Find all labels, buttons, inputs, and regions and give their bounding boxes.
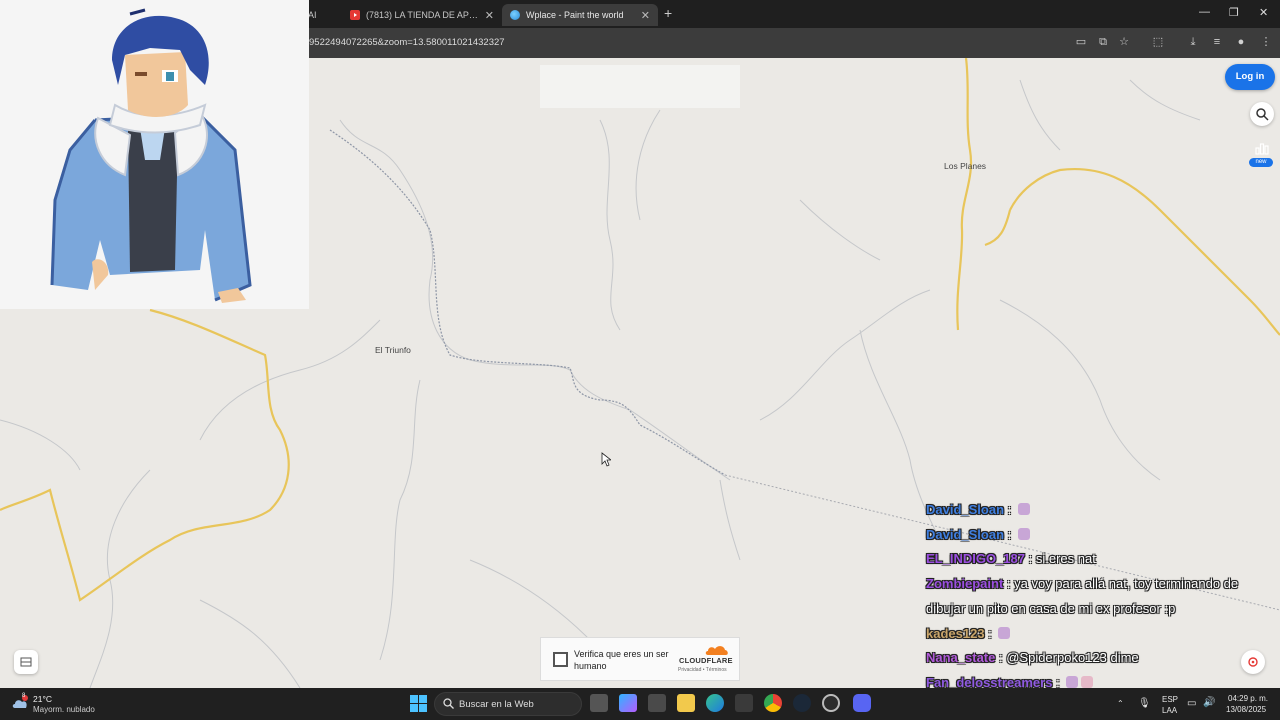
obs-icon[interactable]	[822, 694, 840, 712]
chat-emote-icon	[1017, 527, 1030, 540]
tab-label: AI	[308, 10, 317, 20]
microphone-icon[interactable]: 🎙	[1138, 698, 1151, 709]
chat-separator: :	[1004, 502, 1015, 517]
weather-temperature[interactable]: 21°C	[33, 694, 52, 704]
chat-username: Nana_state	[926, 650, 996, 666]
chat-username: David_Sloan	[926, 502, 1005, 517]
copilot-icon[interactable]	[619, 694, 637, 712]
terminal-icon[interactable]	[735, 694, 753, 712]
chat-emote-icon	[998, 626, 1011, 639]
close-tab-icon[interactable]: ✕	[485, 9, 494, 22]
chat-separator: :	[995, 650, 1007, 666]
chat-username: kades123	[926, 625, 985, 641]
chrome-icon[interactable]	[764, 694, 782, 712]
cloudflare-logo: CLOUDFLARE	[679, 656, 733, 665]
discord-icon[interactable]	[853, 694, 871, 712]
chat-separator: :	[1025, 551, 1036, 567]
translate-icon[interactable]: ⧉	[1096, 35, 1110, 49]
chat-message: Zombiepaint : ya voy para allá nat, toy …	[926, 572, 1276, 621]
stream-chat-overlay: David_Sloan : David_Sloan : EL_INDIGO_18…	[926, 498, 1276, 696]
reading-list-icon[interactable]: ≡	[1210, 35, 1224, 49]
close-window-icon[interactable]: ✕	[1259, 6, 1268, 19]
search-icon	[443, 698, 454, 709]
tab-label: (7813) LA TIENDA DE APPS MÁ	[366, 10, 481, 20]
chat-message: David_Sloan :	[926, 498, 1276, 523]
address-bar[interactable]: 9522494072265&zoom=13.580011021432327	[309, 37, 505, 48]
captcha-widget: Verifica que eres un ser humano CLOUDFLA…	[540, 637, 740, 681]
network-icon[interactable]: ▭	[1187, 698, 1196, 709]
chat-separator: :	[984, 625, 996, 641]
close-tab-icon[interactable]: ✕	[641, 9, 650, 22]
captcha-links[interactable]: Privacidad • Términos	[678, 667, 727, 673]
windows-start-icon[interactable]	[410, 695, 427, 712]
chat-username: EL_INDIGO_187	[926, 551, 1025, 567]
tab-wplace[interactable]: Wplace - Paint the world ✕	[502, 4, 658, 26]
store-icon[interactable]	[648, 694, 666, 712]
cloudy-weather-icon[interactable]	[11, 695, 29, 709]
weather-badge: 8	[22, 693, 26, 699]
place-label: El Triunfo	[375, 345, 411, 355]
chat-username: Zombiepaint	[926, 576, 1004, 592]
clock-date[interactable]: 13/08/2025	[1226, 705, 1266, 714]
taskbar-search-placeholder: Buscar en la Web	[459, 699, 534, 710]
extensions-icon[interactable]: ⬚	[1151, 35, 1165, 49]
windows-taskbar	[0, 688, 1280, 720]
tab-youtube[interactable]: (7813) LA TIENDA DE APPS MÁ ✕	[342, 4, 502, 26]
menu-kebab-icon[interactable]: ⋮	[1259, 35, 1273, 49]
language-indicator[interactable]: ESP	[1162, 695, 1178, 704]
keyboard-layout[interactable]: LAA	[1162, 706, 1177, 715]
file-explorer-icon[interactable]	[677, 694, 695, 712]
cast-icon[interactable]: ▭	[1074, 35, 1088, 49]
login-button[interactable]: Log in	[1225, 64, 1275, 90]
place-label: Los Planes	[944, 161, 987, 171]
tab-label: Wplace - Paint the world	[526, 10, 624, 20]
chat-message: EL_INDIGO_187 : si.eres nat	[926, 547, 1276, 572]
mouse-cursor-icon	[601, 452, 611, 467]
chat-emote-icon	[1017, 503, 1030, 515]
search-location-button[interactable]	[1250, 102, 1274, 126]
captcha-checkbox[interactable]	[553, 652, 568, 667]
ad-placeholder	[540, 65, 740, 108]
steam-icon[interactable]	[793, 694, 811, 712]
map-layer-button[interactable]	[14, 650, 38, 674]
new-badge: new	[1249, 158, 1273, 167]
edge-icon[interactable]	[706, 694, 724, 712]
chat-emote-icon	[1066, 675, 1079, 688]
new-tab-button[interactable]: +	[664, 5, 672, 21]
download-icon[interactable]: ⤓	[1186, 35, 1200, 49]
bar-chart-icon	[1255, 143, 1269, 155]
streamer-avatar-panel	[0, 0, 309, 309]
youtube-icon	[350, 10, 360, 20]
volume-icon[interactable]: 🔊	[1203, 697, 1215, 708]
chat-message: Nana_state : @Spiderpoko123 dime	[926, 646, 1276, 671]
pixel-avatar-image	[50, 8, 252, 303]
chat-text: si.eres nat	[1035, 551, 1096, 567]
tray-chevron-icon[interactable]: ⌃	[1117, 699, 1124, 708]
restore-icon[interactable]: ❐	[1229, 6, 1239, 19]
wplace-icon	[510, 10, 520, 20]
chat-emote-icon	[1081, 675, 1094, 688]
chat-text: @Spiderpoko123 dime	[1006, 650, 1139, 666]
chat-separator: :	[1004, 526, 1015, 542]
profile-avatar-icon[interactable]: ●	[1234, 35, 1248, 49]
task-view-icon[interactable]	[590, 694, 608, 712]
minimize-icon[interactable]: —	[1199, 6, 1210, 18]
bookmark-star-icon[interactable]: ☆	[1117, 35, 1131, 49]
leaderboard-button[interactable]	[1250, 136, 1274, 160]
captcha-text: Verifica que eres un ser humano	[574, 649, 669, 671]
layers-icon	[20, 657, 32, 667]
cloudflare-cloud-icon	[705, 646, 728, 655]
chat-message: kades123 :	[926, 622, 1276, 647]
chat-message: David_Sloan :	[926, 523, 1276, 548]
chat-separator: :	[1003, 576, 1015, 592]
weather-description[interactable]: Mayorm. nublado	[33, 705, 95, 714]
clock-time[interactable]: 04:29 p. m.	[1228, 694, 1268, 703]
chat-username: David_Sloan	[926, 526, 1005, 542]
search-location-icon	[1256, 108, 1269, 121]
